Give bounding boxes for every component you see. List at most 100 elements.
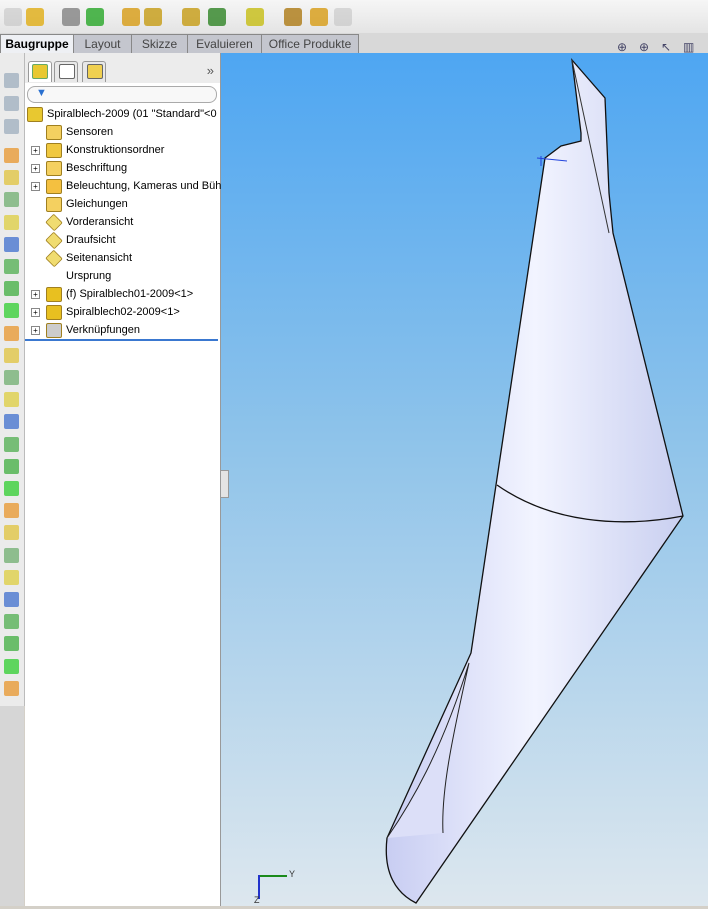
move-component-icon[interactable] xyxy=(182,8,200,26)
selection-filter-icon[interactable] xyxy=(4,569,19,585)
tab-layout[interactable]: Layout xyxy=(73,34,132,54)
mate-icon[interactable] xyxy=(86,8,104,26)
selection-filter-toolbar xyxy=(0,53,25,706)
tree-item[interactable]: Vorderansicht xyxy=(25,213,220,232)
insert-component-icon[interactable] xyxy=(122,8,140,26)
expand-icon[interactable]: + xyxy=(31,290,40,299)
selection-filter-icon[interactable] xyxy=(4,236,19,252)
tree-item-label: Gleichungen xyxy=(66,198,128,210)
paperclip-icon[interactable] xyxy=(62,8,80,26)
tree-item[interactable]: Gleichungen xyxy=(25,195,220,213)
configuration-manager-tab[interactable] xyxy=(82,61,106,82)
tree-item-label: Spiralblech-2009 (01 "Standard"<0 xyxy=(47,108,217,120)
selection-filter-icon[interactable] xyxy=(4,592,19,607)
tab-baugruppe[interactable]: Baugruppe xyxy=(0,34,74,53)
tree-item[interactable]: + Beleuchtung, Kameras und Bühr xyxy=(25,177,225,195)
selection-filter-icon[interactable] xyxy=(4,547,19,563)
expand-panel-button[interactable]: » xyxy=(207,63,214,78)
zoom-to-fit-icon[interactable]: ⊕ xyxy=(617,40,627,54)
smart-fastener-icon[interactable] xyxy=(144,8,162,26)
selection-filter-icon[interactable] xyxy=(4,303,19,319)
selection-filter-icon[interactable] xyxy=(4,458,19,474)
left-lower-area xyxy=(0,706,24,906)
tree-item[interactable]: + Spiralblech02-2009<1> xyxy=(25,303,220,321)
feature-manager-panel: » ▼ Spiralblech-2009 (01 "Standard"<0 Sen… xyxy=(25,53,225,906)
mates-icon xyxy=(46,323,62,338)
selection-filter-icon[interactable] xyxy=(4,170,19,186)
feature-manager-tab[interactable] xyxy=(28,61,52,82)
open-icon[interactable] xyxy=(26,8,44,26)
tree-item[interactable]: Spiralblech-2009 (01 "Standard"<0 xyxy=(25,105,220,123)
selection-filter-icon[interactable] xyxy=(4,436,19,452)
tab-evaluieren[interactable]: Evaluieren xyxy=(187,34,262,54)
selection-filter-icon[interactable] xyxy=(4,192,19,208)
selection-filter-icon[interactable] xyxy=(4,680,19,696)
tree-item-label: Verknüpfungen xyxy=(66,324,141,336)
tree-item[interactable]: + Beschriftung xyxy=(25,159,220,177)
tab-office-produkte[interactable]: Office Produkte xyxy=(261,34,359,54)
tree-item[interactable]: Draufsicht xyxy=(25,231,220,250)
disabled-icon[interactable] xyxy=(334,8,352,26)
selection-filter-icon[interactable] xyxy=(4,73,19,88)
tree-item[interactable]: + Verknüpfungen xyxy=(25,321,220,339)
selection-filter-icon[interactable] xyxy=(4,148,19,163)
tree-item[interactable]: + Konstruktionsordner xyxy=(25,141,220,159)
zoom-area-icon[interactable]: ⊕ xyxy=(639,40,649,54)
part-icon xyxy=(46,305,62,320)
triad-z-label: Z xyxy=(254,895,260,905)
selection-filter-icon[interactable] xyxy=(4,414,19,430)
assembly-feature-icon[interactable] xyxy=(310,8,328,26)
selection-filter-icon[interactable] xyxy=(4,259,19,274)
selection-filter-icon[interactable] xyxy=(4,347,19,363)
selection-filter-icon[interactable] xyxy=(4,281,19,297)
view-heads-up-toolbar: ⊕ ⊕ ↖ ▥ xyxy=(617,40,707,54)
tree-item-label: Beschriftung xyxy=(66,162,128,174)
tree-item[interactable]: Ursprung xyxy=(25,267,220,285)
gears-icon[interactable] xyxy=(284,8,302,26)
expand-icon[interactable]: + xyxy=(31,326,40,335)
panel-tabs: » xyxy=(25,53,220,83)
selection-filter-icon[interactable] xyxy=(4,214,19,230)
plane-icon xyxy=(45,249,63,268)
origin-icon xyxy=(46,269,60,282)
previous-view-icon[interactable]: ↖ xyxy=(661,40,671,54)
tree-item[interactable]: + (f) Spiralblech01-2009<1> xyxy=(25,285,220,303)
panel-splitter[interactable] xyxy=(220,470,229,498)
tab-skizze[interactable]: Skizze xyxy=(131,34,188,54)
expand-icon[interactable]: + xyxy=(31,308,40,317)
selection-filter-icon[interactable] xyxy=(4,392,19,408)
plane-icon xyxy=(45,213,63,232)
new-icon[interactable] xyxy=(4,8,22,26)
selection-filter-icon[interactable] xyxy=(4,96,19,111)
selection-filter-icon[interactable] xyxy=(4,119,19,134)
expand-icon[interactable]: + xyxy=(31,182,40,191)
reference-geometry-icon[interactable] xyxy=(246,8,264,26)
design-binder-icon xyxy=(46,143,62,158)
expand-icon[interactable]: + xyxy=(31,164,40,173)
explode-icon[interactable] xyxy=(208,8,226,26)
command-manager-tabs: Baugruppe Layout Skizze Evaluieren Office Pr… xyxy=(0,33,708,54)
tree-item[interactable]: Seitenansicht xyxy=(25,249,220,268)
tree-item-label: Seitenansicht xyxy=(66,252,133,264)
selection-filter-icon[interactable] xyxy=(4,658,19,674)
section-view-icon[interactable]: ▥ xyxy=(683,40,694,54)
sensor-folder-icon xyxy=(46,125,62,140)
property-manager-tab[interactable] xyxy=(54,61,78,82)
tree-item-label: Spiralblech02-2009<1> xyxy=(66,306,180,318)
selection-filter-icon[interactable] xyxy=(4,614,19,630)
rollback-bar[interactable] xyxy=(25,339,218,341)
selection-filter-icon[interactable] xyxy=(4,481,19,496)
tree-item[interactable]: Sensoren xyxy=(25,123,220,141)
lights-icon xyxy=(46,179,62,194)
tree-item-label: Ursprung xyxy=(66,270,112,282)
selection-filter-icon[interactable] xyxy=(4,370,19,385)
selection-filter-icon[interactable] xyxy=(4,503,19,519)
selection-filter-icon[interactable] xyxy=(4,325,19,341)
graphics-viewport[interactable]: Y Z xyxy=(221,53,708,906)
selection-filter-icon[interactable] xyxy=(4,525,19,541)
tree-filter[interactable]: ▼ xyxy=(27,86,217,103)
configuration-icon xyxy=(87,64,103,79)
annotations-icon xyxy=(46,161,62,176)
selection-filter-icon[interactable] xyxy=(4,636,19,652)
expand-icon[interactable]: + xyxy=(31,146,40,155)
